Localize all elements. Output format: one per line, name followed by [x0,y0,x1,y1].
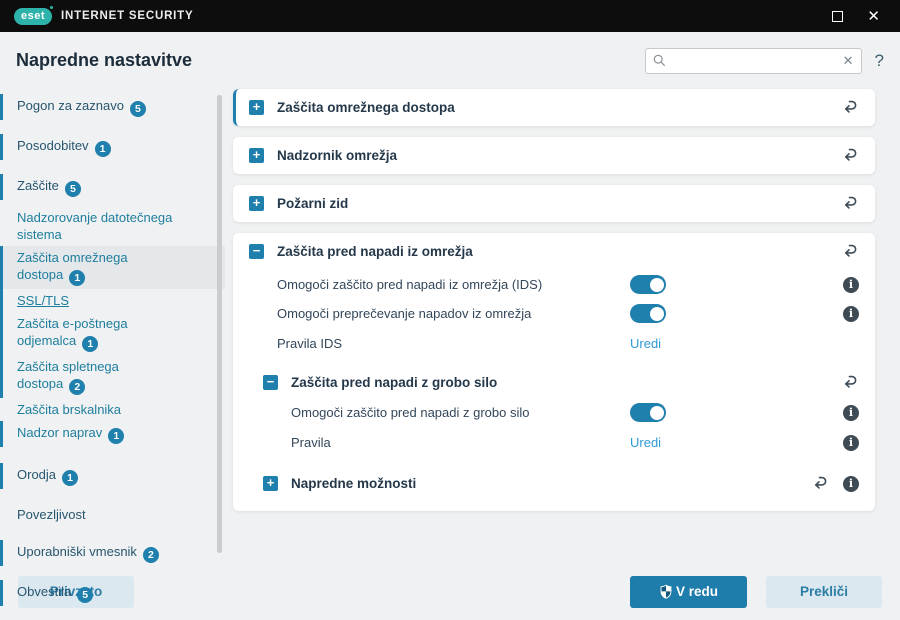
section-network-access-protection: + Zaščita omrežnega dostopa [233,89,875,126]
setting-row-ids-rules: Pravila IDS Uredi [233,328,875,359]
uac-shield-icon [660,584,672,599]
badge: 1 [62,470,79,486]
body: Pogon za zaznavo 5 Posodobitev 1 Zaščite 5 … [0,89,900,606]
section-title: Zaščita pred napadi iz omrežja [277,244,473,259]
badge: 1 [82,336,99,352]
setting-label: Omogoči zaščito pred napadi z grobo silo [291,405,530,420]
info-icon[interactable]: i [843,475,859,492]
badge: 1 [94,141,111,157]
help-icon[interactable]: ? [875,51,884,71]
sidebar-item-zascite[interactable]: Zaščite 5 [0,174,225,200]
badge: 5 [77,587,94,603]
setting-row-brute-force-enable: Omogoči zaščito pred napadi z grobo silo… [247,398,875,427]
revert-icon[interactable] [812,475,829,492]
cancel-button[interactable]: Prekliči [766,575,882,608]
search-icon [653,54,665,67]
subsection-title: Zaščita pred napadi z grobo silo [291,375,498,390]
page-title: Napredne nastavitve [16,50,193,70]
section-header[interactable]: − Zaščita pred napadi iz omrežja [233,233,875,270]
badge: 5 [64,181,81,197]
revert-icon[interactable] [842,99,859,116]
revert-icon[interactable] [842,147,859,164]
expand-plus-icon[interactable]: + [249,100,264,115]
header: Napredne nastavitve ✕ ? [0,32,900,89]
badge: 1 [69,270,86,286]
edit-link[interactable]: Uredi [630,435,661,450]
search-box[interactable]: ✕ [644,47,862,74]
ok-button[interactable]: V redu [630,575,747,608]
expand-plus-icon[interactable]: + [249,196,264,211]
revert-icon[interactable] [842,195,859,212]
info-icon[interactable]: i [843,404,859,421]
subsection-advanced-options: + Napredne možnosti i [233,468,875,499]
setting-row-attack-prevention: Omogoči preprečevanje napadov iz omrežja… [233,299,875,328]
edit-link[interactable]: Uredi [630,336,661,351]
section-title: Nadzornik omrežja [277,148,398,163]
header-right: ✕ ? [644,47,884,74]
toggle-on[interactable] [630,304,666,323]
window-controls: ✕ [832,9,886,24]
badge: 1 [108,428,125,444]
info-icon[interactable]: i [843,434,859,451]
revert-icon[interactable] [842,374,859,391]
sidebar-item-obvestila[interactable]: Obvestila 5 [0,580,225,606]
sidebar-item-nadzorovanje-datotecnega-sistema[interactable]: Nadzorovanje datotečnega sistema [0,206,225,246]
search-input[interactable] [671,53,843,68]
sidebar-item-zascita-omreznega-dostopa[interactable]: Zaščita omrežnega dostopa 1 [0,246,225,289]
badge: 5 [129,101,146,117]
sidebar: Pogon za zaznavo 5 Posodobitev 1 Zaščite 5 … [0,89,225,606]
subsection-title: Napredne možnosti [291,476,417,491]
titlebar: eset INTERNET SECURITY ✕ [0,0,900,32]
sidebar-item-orodja[interactable]: Orodja 1 [0,463,225,489]
section-firewall: + Požarni zid [233,185,875,222]
sidebar-item-pogon-za-zaznavo[interactable]: Pogon za zaznavo 5 [0,94,225,120]
section-title: Zaščita omrežnega dostopa [277,100,455,115]
settings-panel: + Zaščita omrežnega dostopa + Nadzornik … [225,89,900,563]
section-header[interactable]: + Nadzornik omrežja [233,137,875,174]
expand-plus-icon[interactable]: + [249,148,264,163]
section-network-inspector: + Nadzornik omrežja [233,137,875,174]
subsection-header[interactable]: − Zaščita pred napadi z grobo silo [247,367,875,398]
maximize-icon[interactable] [832,10,844,22]
collapse-minus-icon[interactable]: − [263,375,278,390]
search-clear-icon[interactable]: ✕ [843,54,854,67]
badge: 2 [69,379,86,395]
setting-label: Omogoči zaščito pred napadi iz omrežja (… [277,277,543,292]
sidebar-item-posodobitev[interactable]: Posodobitev 1 [0,134,225,160]
toggle-on[interactable] [630,275,666,294]
sidebar-item-nadzor-naprav[interactable]: Nadzor naprav 1 [0,421,225,447]
setting-row-rules: Pravila Uredi i [247,427,875,458]
setting-label: Pravila IDS [277,336,343,351]
sidebar-item-povezljivost[interactable]: Povezljivost [0,503,225,526]
sidebar-item-uporabniski-vmesnik[interactable]: Uporabniški vmesnik 2 [0,540,225,566]
subsection-brute-force-protection: − Zaščita pred napadi z grobo silo Omogo… [233,367,875,458]
revert-icon[interactable] [842,243,859,260]
info-icon[interactable]: i [843,276,859,293]
section-header[interactable]: + Požarni zid [233,185,875,222]
sidebar-item-ssl-tls[interactable]: SSL/TLS [0,289,225,312]
setting-row-ids-enable: Omogoči zaščito pred napadi iz omrežja (… [233,270,875,299]
section-title: Požarni zid [277,196,349,211]
badge: 2 [142,547,159,563]
expand-plus-icon[interactable]: + [263,476,278,491]
close-icon[interactable]: ✕ [867,9,880,24]
section-header[interactable]: + Zaščita omrežnega dostopa [236,89,875,126]
eset-logo: eset [14,5,54,25]
section-network-attack-protection: − Zaščita pred napadi iz omrežja Omogoči… [233,233,875,511]
setting-label: Omogoči preprečevanje napadov iz omrežja [277,306,532,321]
setting-label: Pravila [291,435,331,450]
toggle-on[interactable] [630,403,666,422]
sidebar-item-zascita-spletnega-dostopa[interactable]: Zaščita spletnega dostopa 2 [0,355,225,398]
product-name: INTERNET SECURITY [61,10,194,22]
info-icon[interactable]: i [843,305,859,322]
subsection-header[interactable]: + Napredne možnosti i [247,468,875,499]
sidebar-scrollbar[interactable] [217,95,222,553]
sidebar-item-zascita-e-postnega-odjemalca[interactable]: Zaščita e-poštnega odjemalca 1 [0,312,225,355]
sidebar-item-zascita-brskalnika[interactable]: Zaščita brskalnika [0,398,225,421]
collapse-minus-icon[interactable]: − [249,244,264,259]
ok-button-label: V redu [675,584,718,599]
